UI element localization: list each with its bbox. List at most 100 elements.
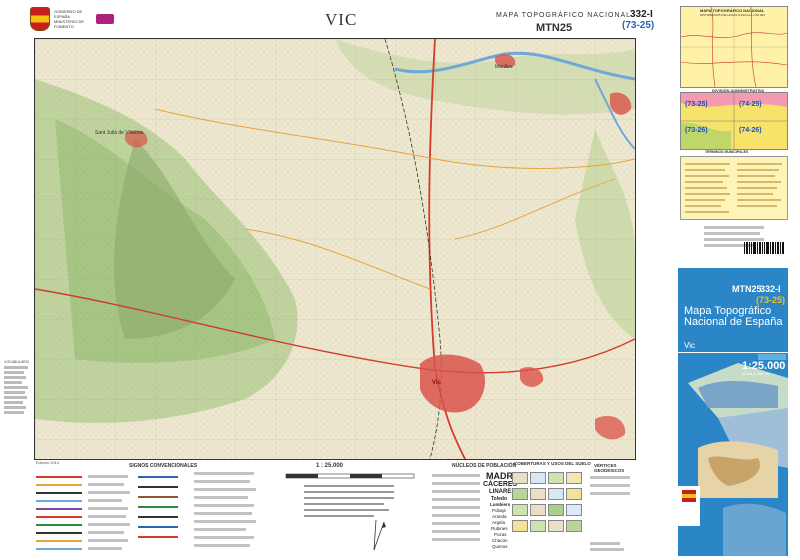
vocab-line <box>4 366 28 369</box>
legend-text <box>194 488 256 491</box>
legend-text <box>88 491 130 494</box>
legend-symbol-line <box>36 508 82 510</box>
legend-text <box>194 544 250 547</box>
index-map-canvas <box>681 7 787 87</box>
cover-sheet-name: Vic <box>684 341 695 350</box>
legend-text <box>88 539 128 542</box>
population-example: Chacón <box>492 538 508 543</box>
map-series-title: MAPA TOPOGRÁFICO NACIONAL <box>496 12 632 19</box>
muni-entry <box>737 199 781 201</box>
landcover-swatch <box>566 488 582 500</box>
cover-scale-equivalence: (1 cm = 250 m) <box>742 371 770 376</box>
town-label-sant-julia: Sant Julià de Vilatorta <box>95 130 144 136</box>
vocabulary-title: VOCABULARIO <box>4 360 30 364</box>
index-map-subtitle: DISTRIBUCIÓN DE HOJAS A ESCALA 1:50.000 <box>700 13 765 17</box>
landcover-swatch <box>530 472 546 484</box>
landcover-swatch <box>512 472 528 484</box>
legend-text <box>590 542 620 545</box>
barcode-icon <box>744 242 784 254</box>
legend-symbol-line <box>36 484 82 486</box>
municipalities-title: TÉRMINOS MUNICIPALES <box>705 150 749 154</box>
legend-symbol-line <box>36 532 82 534</box>
admin-division-map: (73-25) (74-25) (73-26) (74-26) <box>680 92 788 150</box>
vocab-line <box>4 386 28 389</box>
vocab-line <box>4 371 24 374</box>
legend-text <box>88 547 122 550</box>
vocab-line <box>4 391 25 394</box>
legend-text <box>194 472 254 475</box>
population-example: Argela <box>492 520 506 525</box>
agency-name: GOBIERNO DE ESPAÑA MINISTERIO DE FOMENTO <box>54 9 92 29</box>
legend-text <box>432 522 480 525</box>
muni-entry <box>685 205 721 207</box>
legend-text <box>88 499 122 502</box>
muni-entry <box>737 169 779 171</box>
agency-line-2: MINISTERIO DE FOMENTO <box>54 19 85 29</box>
muni-entry <box>737 163 782 165</box>
legend-text <box>432 490 480 493</box>
legend-text <box>432 474 480 477</box>
legend-text <box>432 482 480 485</box>
legend-symbol-line <box>138 516 178 518</box>
legend-symbol-line <box>36 492 82 494</box>
population-example: Aranda <box>492 514 507 519</box>
cover-title: Mapa Topográfico Nacional de España <box>684 305 783 328</box>
legend-text <box>590 476 630 479</box>
muni-entry <box>737 175 775 177</box>
legend-text <box>590 492 630 495</box>
legend-text <box>88 531 124 534</box>
spain-crest-icon <box>30 7 50 31</box>
muni-entry <box>685 169 725 171</box>
landcover-swatch <box>548 472 564 484</box>
topographic-map[interactable] <box>34 38 636 460</box>
legend-landcover-title: COBERTURAS Y USOS DEL SUELO <box>514 461 591 466</box>
legend-text <box>194 528 246 531</box>
legend-symbol-line <box>138 536 178 538</box>
publisher-line <box>704 238 764 241</box>
legend-symbol-line <box>36 548 82 550</box>
landcover-swatch <box>530 488 546 500</box>
admin-code: (74-25) <box>739 101 762 108</box>
legend-text <box>194 504 254 507</box>
landcover-swatch <box>530 504 546 516</box>
town-label-manlleu: Manlleu <box>495 64 513 70</box>
landcover-swatch <box>548 520 564 532</box>
population-example: Quimos <box>492 544 508 549</box>
landcover-swatch <box>566 472 582 484</box>
municipalities-table <box>680 156 788 220</box>
muni-entry <box>685 175 729 177</box>
landcover-swatch <box>512 520 528 532</box>
vocab-line <box>4 381 22 384</box>
legend-symbol-line <box>138 526 178 528</box>
vocab-line <box>4 376 26 379</box>
muni-entry <box>685 199 725 201</box>
cover-grid-ref: (73-25) <box>756 295 786 305</box>
publisher-line <box>704 226 764 229</box>
vocabulary-panel: VOCABULARIO <box>4 360 32 460</box>
legend-symbol-line <box>36 476 82 478</box>
legend-text <box>590 548 624 551</box>
agency-line-1: GOBIERNO DE ESPAÑA <box>54 9 83 19</box>
muni-entry <box>685 187 727 189</box>
town-label-vic: Vic <box>432 380 441 386</box>
vocab-line <box>4 406 26 409</box>
legend-population-title: NÚCLEOS DE POBLACIÓN <box>452 463 517 469</box>
landcover-swatch <box>530 520 546 532</box>
map-scale-label: 1 : 25.000 <box>316 463 344 469</box>
legend-signs-title: SIGNOS CONVENCIONALES <box>129 463 198 469</box>
legend-text <box>194 480 250 483</box>
landcover-swatch <box>548 504 564 516</box>
legend-symbol-line <box>138 476 178 478</box>
legend-text <box>194 520 256 523</box>
vocab-line <box>4 396 27 399</box>
admin-code: (73-25) <box>685 101 708 108</box>
sheet-number: 332-I <box>630 9 653 20</box>
legend-geodesic-title: VÉRTICES GEODÉSICOS <box>594 463 625 473</box>
ign-logo-icon <box>96 14 114 24</box>
landcover-swatch <box>548 488 564 500</box>
admin-code: (74-26) <box>739 127 762 134</box>
legend-text <box>88 475 128 478</box>
legend-strip: SIGNOS CONVENCIONALES NÚCLEOS DE POBLACI… <box>34 461 634 556</box>
landcover-swatch <box>566 504 582 516</box>
legend-text <box>432 506 480 509</box>
